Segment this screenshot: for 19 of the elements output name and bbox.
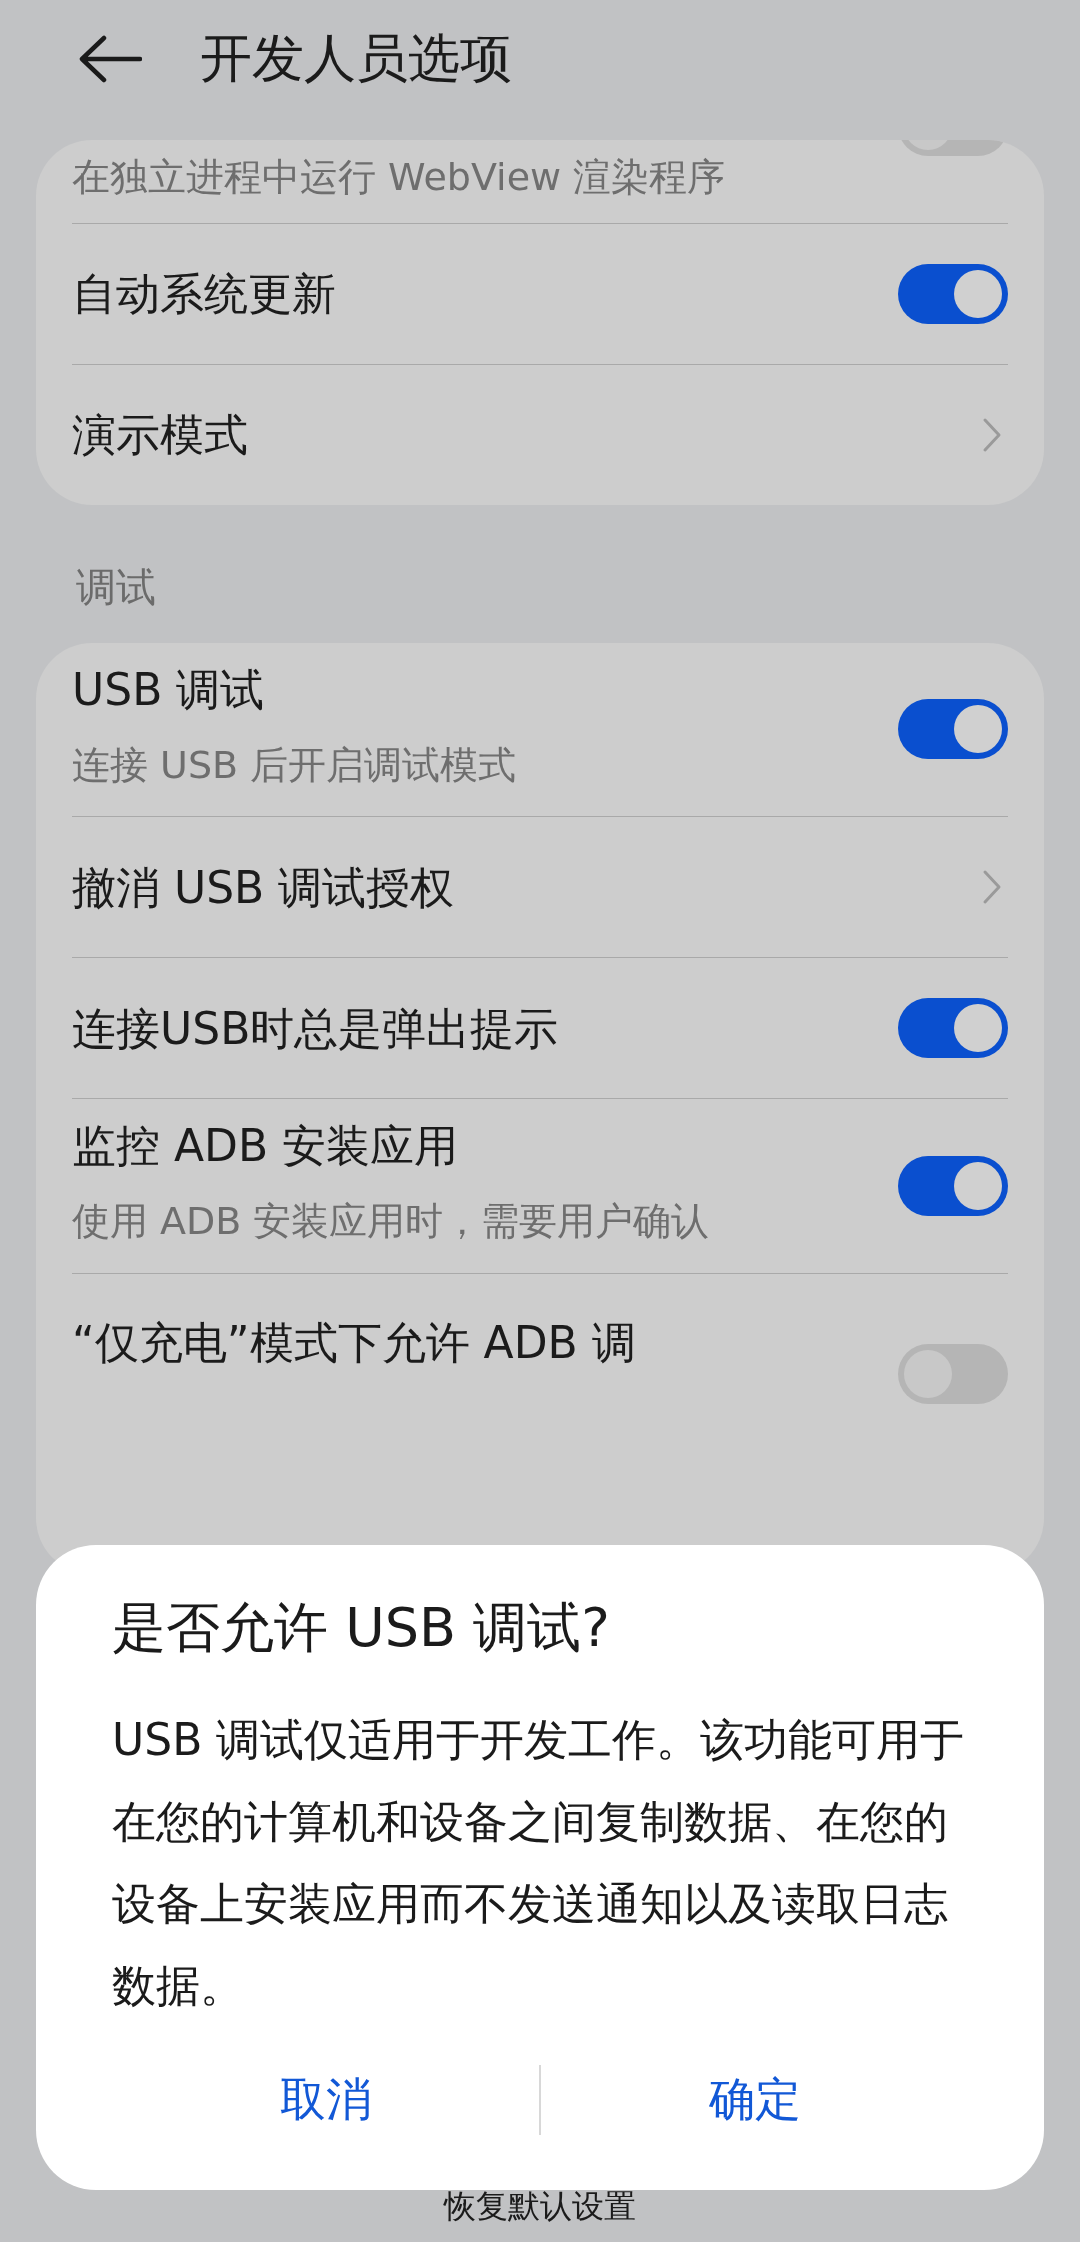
dialog-button[interactable]: 取消	[112, 2055, 539, 2146]
page-title: 开发人员选项	[200, 27, 512, 90]
setting-title: 监控 ADB 安装应用	[72, 1119, 460, 1174]
setting-description: 连接 USB 后开启调试模式	[72, 741, 518, 789]
chevron-right-icon	[982, 416, 1002, 453]
setting-title: “仅充电”模式下允许 ADB 调	[72, 1315, 637, 1370]
setting-description: 在独立进程中运行 WebView 渲染程序	[72, 154, 727, 201]
chevron-right-icon	[982, 869, 1002, 906]
dialog-message: USB 调试仅适用于开发工作。该功能可用于在您的计算机和设备之间复制数据、在您的设备上安装应用而不发送通知以及读取日志数据。	[112, 1713, 966, 2014]
back-icon[interactable]	[78, 34, 142, 84]
setting-title: USB 调试	[72, 662, 266, 717]
section-label: 调试	[75, 562, 157, 612]
setting-title: 连接USB时总是弹出提示	[72, 1001, 560, 1056]
dialog-button[interactable]: 确定	[541, 2055, 968, 2146]
setting-title: 演示模式	[72, 407, 249, 462]
dialog-title: 是否允许 USB 调试?	[112, 1595, 611, 1661]
setting-title: 撤消 USB 调试授权	[72, 860, 456, 915]
setting-description: 使用 ADB 安装应用时，需要用户确认	[72, 1198, 711, 1246]
setting-title: 自动系统更新	[72, 266, 337, 321]
